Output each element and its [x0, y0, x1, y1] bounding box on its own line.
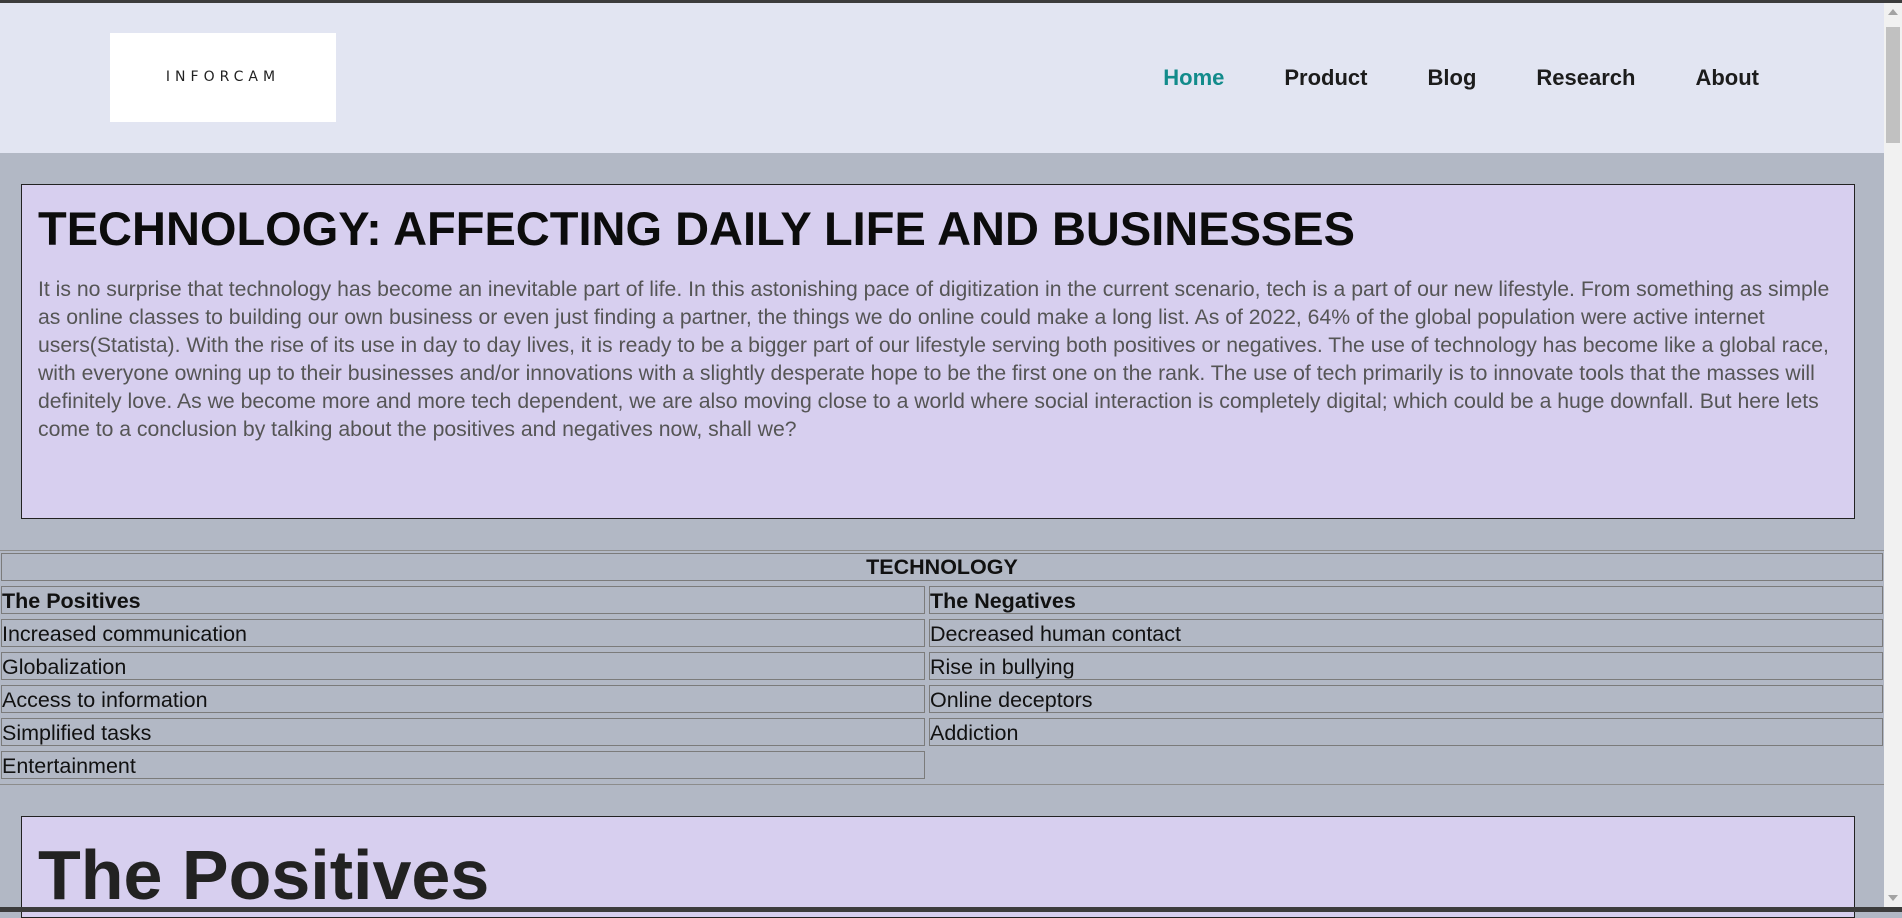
table-cell: Addiction — [929, 718, 1883, 746]
table-cell: Globalization — [1, 652, 925, 680]
nav-link-product[interactable]: Product — [1284, 65, 1367, 91]
page-title: TECHNOLOGY: AFFECTING DAILY LIFE AND BUS… — [38, 202, 1355, 255]
table-header-positives: The Positives — [1, 586, 925, 614]
logo[interactable]: INFORCAM — [110, 33, 336, 122]
scroll-down-arrow-icon[interactable] — [1888, 895, 1898, 901]
browser-bottom-border — [0, 907, 1902, 912]
positives-section: The Positives — [21, 816, 1855, 918]
table-caption: TECHNOLOGY — [1, 553, 1883, 581]
nav-link-blog[interactable]: Blog — [1428, 65, 1477, 91]
top-navbar: INFORCAM Home Product Blog Research Abou… — [0, 3, 1884, 153]
table-cell: Increased communication — [1, 619, 925, 647]
nav-links: Home Product Blog Research About — [1103, 3, 1759, 153]
logo-text: INFORCAM — [165, 69, 281, 85]
scroll-up-arrow-icon[interactable] — [1888, 9, 1898, 15]
table-cell: Access to information — [1, 685, 925, 713]
positives-heading: The Positives — [38, 836, 490, 914]
nav-link-home[interactable]: Home — [1163, 65, 1224, 91]
table-cell: Rise in bullying — [929, 652, 1883, 680]
vertical-scrollbar[interactable] — [1884, 3, 1902, 907]
nav-link-about[interactable]: About — [1695, 65, 1759, 91]
table-cell: Online deceptors — [929, 685, 1883, 713]
table-cell: Entertainment — [1, 751, 925, 779]
table-header-negatives: The Negatives — [929, 586, 1883, 614]
intro-paragraph: It is no surprise that technology has be… — [38, 278, 1830, 441]
intro-section: TECHNOLOGY: AFFECTING DAILY LIFE AND BUS… — [21, 184, 1855, 519]
technology-table: TECHNOLOGY The Positives The Negatives I… — [0, 550, 1888, 785]
scroll-thumb[interactable] — [1886, 27, 1900, 143]
nav-link-research[interactable]: Research — [1536, 65, 1635, 91]
table-cell: Decreased human contact — [929, 619, 1883, 647]
table-cell: Simplified tasks — [1, 718, 925, 746]
